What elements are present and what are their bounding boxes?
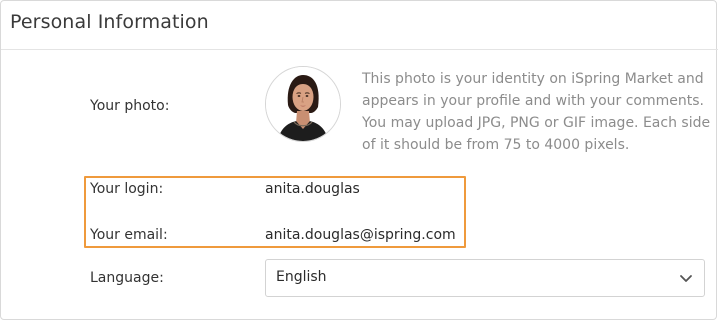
title-divider — [1, 49, 718, 50]
email-label: Your email: — [90, 227, 168, 243]
login-value: anita.douglas — [265, 181, 360, 197]
language-label: Language: — [90, 270, 164, 286]
avatar[interactable] — [265, 66, 341, 142]
email-value: anita.douglas@ispring.com — [265, 227, 456, 243]
user-portrait-icon — [266, 67, 340, 141]
personal-information-panel: Personal Information Your photo: This ph… — [0, 0, 718, 320]
section-title: Personal Information — [10, 11, 209, 33]
language-select[interactable]: English — [265, 259, 705, 297]
chevron-down-icon — [680, 275, 692, 282]
photo-description: This photo is your identity on iSpring M… — [362, 71, 711, 153]
photo-label: Your photo: — [90, 98, 170, 114]
language-selected-value: English — [276, 269, 327, 285]
login-label: Your login: — [90, 181, 164, 197]
